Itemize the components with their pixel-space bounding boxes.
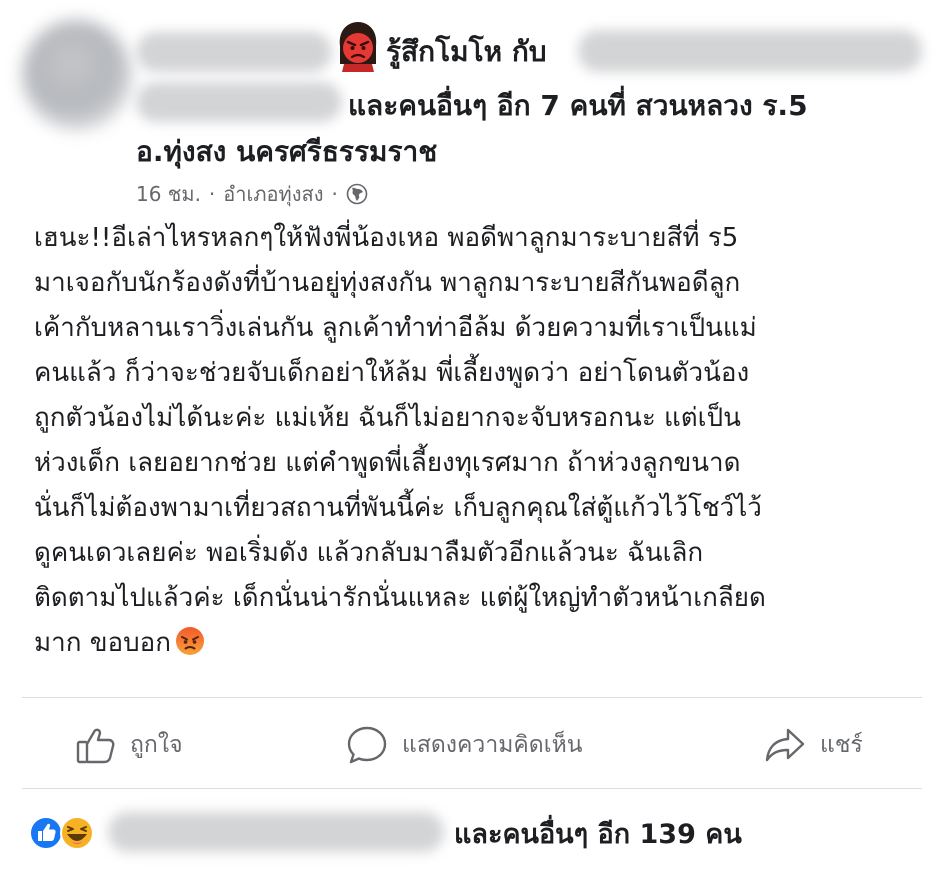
share-label: แชร์ (820, 732, 863, 758)
comment-button[interactable]: แสดงความคิดเห็น (346, 720, 582, 770)
post-line: ถูกตัวน้องไม่ได้นะค่ะ แม่เห้ย ฉันก็ไม่อย… (34, 403, 741, 433)
like-label: ถูกใจ (130, 732, 183, 758)
share-arrow-icon (765, 728, 805, 762)
reactions-summary[interactable]: และคนอื่นๆ อีก 139 คน (28, 810, 928, 854)
author-name-redacted[interactable] (136, 32, 332, 72)
comment-bubble-icon (347, 726, 387, 764)
angry-face-icon (339, 22, 377, 72)
feeling-text: รู้สึกโมโห กับ (386, 35, 547, 68)
share-button[interactable]: แชร์ (764, 720, 863, 770)
post-place[interactable]: อำเภอทุ่งสง (223, 178, 323, 210)
post-line: เฮนะ!!อีเล่าไหรหลกๆให้ฟังพี่น้องเหอ พอดี… (34, 223, 739, 253)
comment-label: แสดงความคิดเห็น (402, 732, 583, 758)
post-line: มาเจอกับนักร้องดังที่บ้านอยู่ทุ่งสงกัน พ… (34, 268, 741, 298)
tagged-friend2-redacted[interactable] (136, 82, 342, 122)
post-line: ติดตามไปแล้วค่ะ เด็กนั่นน่ารักนั่นแหละ แ… (34, 583, 766, 613)
angry-emoji-icon (176, 627, 204, 655)
post-line: ดูคนเดวเลยค่ะ พอเริ่มดัง แล้วกลับมาลืมตั… (34, 538, 704, 568)
meta-separator: · (208, 182, 216, 206)
thumbs-up-icon (76, 728, 115, 764)
like-reaction-icon (29, 816, 63, 850)
post-meta: 16 ชม. · อำเภอทุ่งสง · (136, 178, 368, 210)
reactor-names-redacted[interactable] (108, 812, 444, 852)
reaction-icons (29, 816, 94, 850)
like-button[interactable]: ถูกใจ (76, 720, 183, 770)
post-body: เฮนะ!!อีเล่าไหรหลกๆให้ฟังพี่น้องเหอ พอดี… (34, 216, 934, 666)
tagged-friend-redacted[interactable] (578, 30, 922, 72)
post-line: เค้ากับหลานเราวิ่งเล่นกัน ลูกเค้าทำท่าอี… (34, 313, 757, 343)
tagged-others-location[interactable]: และคนอื่นๆ อีก 7 คนที่ สวนหลวง ร.5 (348, 84, 808, 128)
haha-reaction-icon (60, 816, 94, 850)
post-line: นั่นก็ไม่ต้องพามาเที่ยวสถานที่พันนี้ค่ะ … (34, 493, 762, 523)
post-line: ห่วงเด็ก เลยอยากช่วย แต่คำพูดพี่เลี้ยงทุ… (34, 448, 741, 478)
post-line-text: มาก ขอบอก (34, 628, 171, 658)
meta-separator: · (331, 182, 338, 206)
post-timestamp[interactable]: 16 ชม. (136, 178, 201, 210)
post-last-line: มาก ขอบอก (34, 621, 934, 666)
actions-divider-top (22, 697, 922, 698)
reaction-count-text[interactable]: และคนอื่นๆ อีก 139 คน (454, 812, 742, 855)
actions-divider-bottom (22, 788, 922, 789)
location-name[interactable]: อ.ทุ่งสง นครศรีธรรมราช (136, 130, 437, 174)
globe-icon[interactable] (346, 183, 368, 205)
author-avatar[interactable] (22, 20, 132, 130)
post-line: คนแล้ว ก็ว่าจะช่วยจับเด็กอย่าให้ล้ม พี่เ… (34, 358, 750, 388)
